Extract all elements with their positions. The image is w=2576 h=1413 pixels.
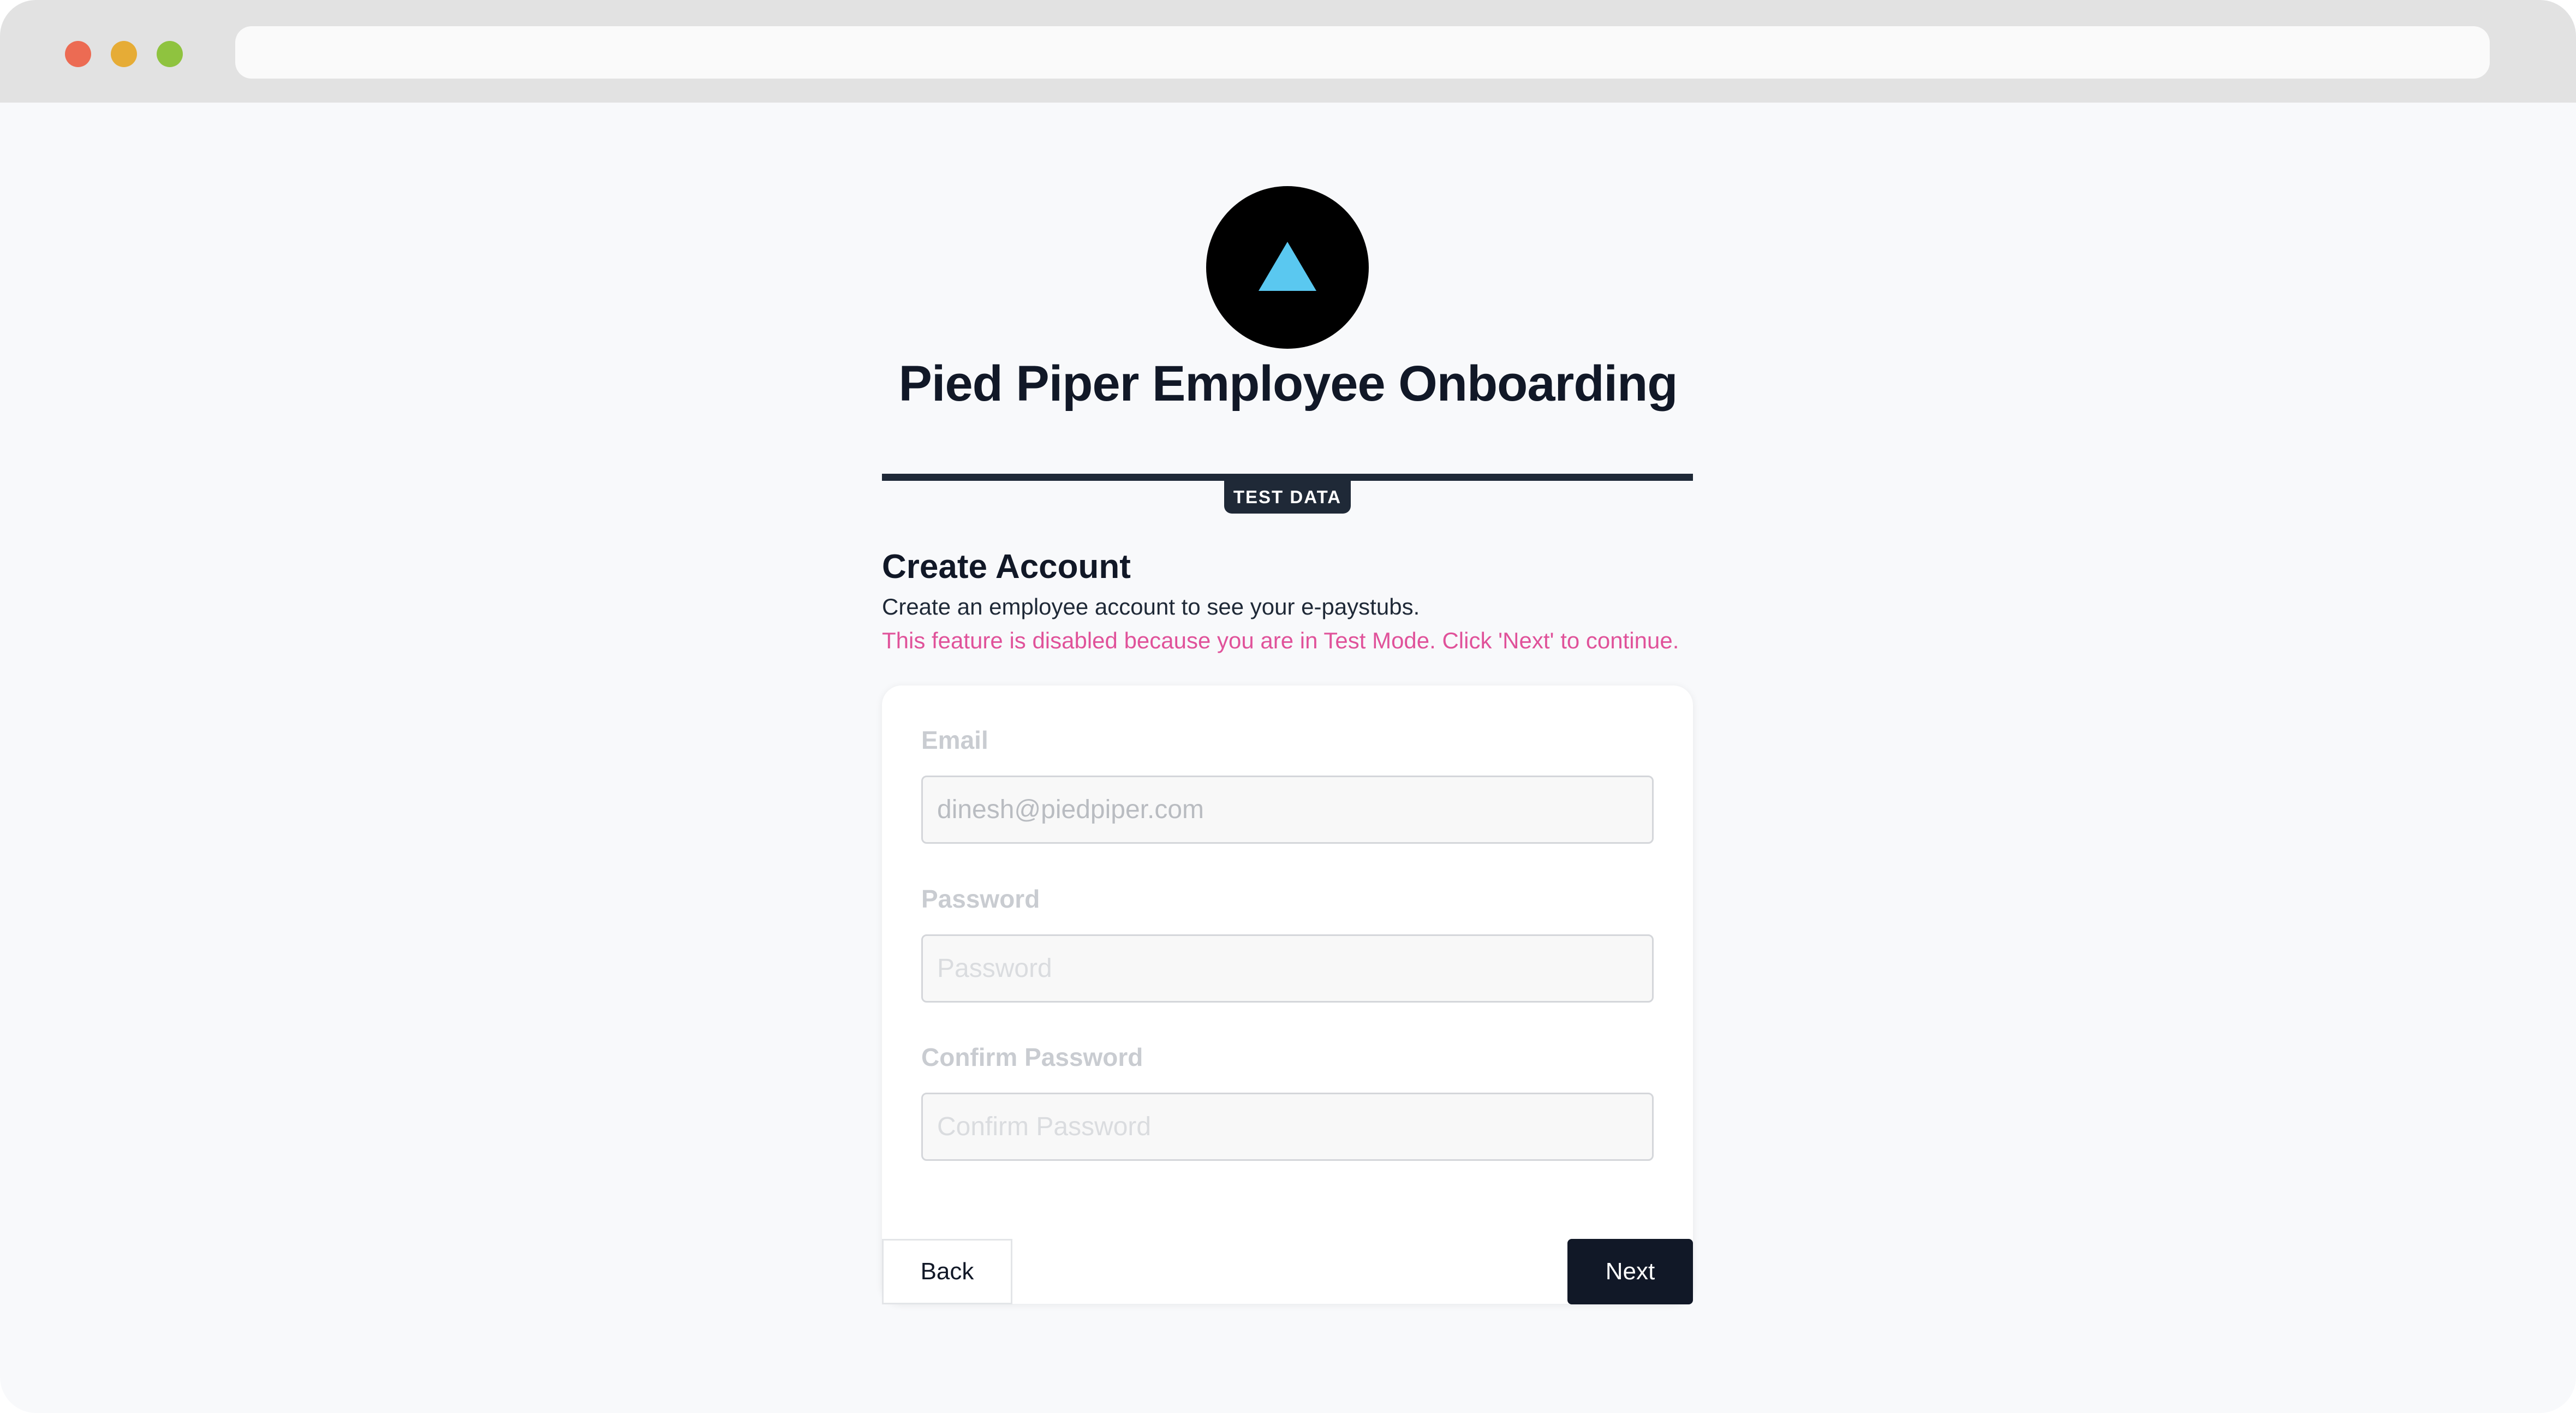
page-title: Pied Piper Employee Onboarding	[898, 356, 1678, 412]
test-mode-notice: This feature is disabled because you are…	[882, 628, 1679, 653]
back-button[interactable]: Back	[882, 1239, 1012, 1304]
maximize-window-button[interactable]	[157, 41, 183, 67]
address-bar[interactable]	[235, 26, 2490, 79]
password-label: Password	[921, 885, 1040, 913]
minimize-window-button[interactable]	[111, 41, 137, 67]
confirm-password-field[interactable]: Confirm Password	[921, 1093, 1654, 1161]
triangle-icon	[1259, 242, 1316, 291]
confirm-password-label: Confirm Password	[921, 1043, 1143, 1071]
page-content: Pied Piper Employee Onboarding TEST DATA…	[0, 103, 2576, 1413]
password-field[interactable]: Password	[921, 934, 1654, 1003]
browser-window: Pied Piper Employee Onboarding TEST DATA…	[0, 0, 2576, 1413]
close-window-button[interactable]	[65, 41, 91, 67]
email-field[interactable]: dinesh@piedpiper.com	[921, 776, 1654, 844]
browser-titlebar	[0, 0, 2576, 103]
section-title: Create Account	[882, 548, 1131, 586]
test-data-badge: TEST DATA	[1224, 480, 1351, 514]
account-form-card: Email dinesh@piedpiper.com Password Pass…	[882, 685, 1693, 1304]
next-button[interactable]: Next	[1567, 1239, 1693, 1304]
company-logo	[1206, 186, 1369, 349]
email-label: Email	[921, 726, 988, 754]
section-description: Create an employee account to see your e…	[882, 594, 1420, 619]
